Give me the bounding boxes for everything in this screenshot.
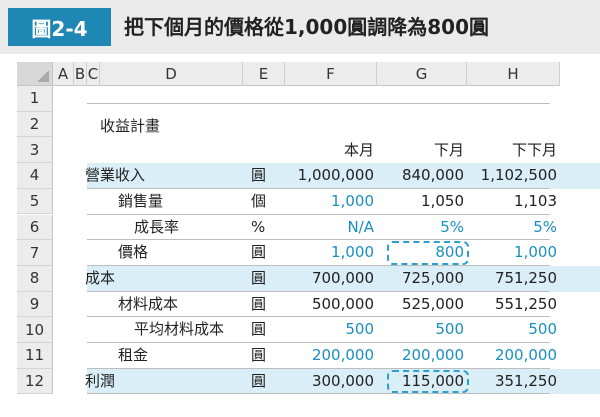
row-header-5[interactable]: 5 <box>17 188 53 215</box>
table-top-border <box>87 102 550 104</box>
unit-cell[interactable]: 圓 <box>251 292 266 317</box>
row-header-12[interactable]: 12 <box>17 368 53 395</box>
value-cell[interactable]: 1,000,000 <box>285 163 374 188</box>
period-header-3: 下下月 <box>511 141 557 160</box>
row-header-6[interactable]: 6 <box>17 214 53 241</box>
spreadsheet: A B C D E F G H 1 2 3 4 5 6 7 8 9 10 11 12 收益計畫 本月 下月 下下月 營業收入圓 1… <box>17 62 600 417</box>
figure-caption: 圖2-4 把下個月的價格從1,000圓調降為800圓 <box>0 0 600 54</box>
row-label[interactable]: 成本 <box>85 266 115 291</box>
column-header-g[interactable]: G <box>377 62 467 86</box>
unit-cell[interactable]: 個 <box>251 189 266 214</box>
unit-cell[interactable]: % <box>251 215 265 240</box>
figure-badge: 圖2-4 <box>8 8 111 46</box>
row-header-4[interactable]: 4 <box>17 163 53 189</box>
value-cell[interactable]: 725,000 <box>377 266 464 291</box>
column-header-e[interactable]: E <box>243 62 285 86</box>
row-label[interactable]: 銷售量 <box>118 189 163 214</box>
row-header-11[interactable]: 11 <box>17 343 53 369</box>
value-cell[interactable]: 500 <box>467 317 557 342</box>
unit-cell[interactable]: 圓 <box>251 343 266 368</box>
row-header-2[interactable]: 2 <box>17 111 53 138</box>
unit-cell[interactable]: 圓 <box>251 266 266 291</box>
value-cell[interactable]: 500,000 <box>285 292 374 317</box>
column-header-f[interactable]: F <box>285 62 377 86</box>
unit-cell[interactable]: 圓 <box>251 369 266 394</box>
value-cell[interactable]: 500 <box>285 317 374 342</box>
value-cell[interactable]: 525,000 <box>377 292 464 317</box>
unit-cell[interactable]: 圓 <box>251 317 266 342</box>
value-cell[interactable]: 300,000 <box>285 369 374 394</box>
value-cell[interactable]: 200,000 <box>377 343 464 368</box>
value-cell[interactable]: 5% <box>377 215 464 240</box>
row-header-8[interactable]: 8 <box>17 265 53 292</box>
value-cell[interactable]: 351,250 <box>467 369 557 394</box>
period-header-1: 本月 <box>343 141 374 160</box>
unit-cell[interactable]: 圓 <box>251 240 266 265</box>
figure-title: 把下個月的價格從1,000圓調降為800圓 <box>124 15 490 39</box>
row-label[interactable]: 利潤 <box>85 369 115 394</box>
select-all-triangle-icon <box>37 70 49 82</box>
value-cell[interactable]: 1,000 <box>467 240 557 265</box>
value-cell[interactable]: 700,000 <box>285 266 374 291</box>
column-header-c[interactable]: C <box>87 62 100 86</box>
value-cell[interactable]: 1,000 <box>285 240 374 265</box>
column-header-b[interactable]: B <box>74 62 87 86</box>
period-header-2: 下月 <box>433 141 464 160</box>
value-cell[interactable]: 200,000 <box>285 343 374 368</box>
row-header-1[interactable]: 1 <box>17 86 53 112</box>
value-cell[interactable]: 500 <box>377 317 464 342</box>
value-cell[interactable]: N/A <box>285 215 374 240</box>
value-cell[interactable]: 200,000 <box>467 343 557 368</box>
unit-cell[interactable]: 圓 <box>251 163 266 188</box>
row-label[interactable]: 平均材料成本 <box>134 317 224 342</box>
row-label[interactable]: 營業收入 <box>85 163 145 188</box>
value-cell[interactable]: 551,250 <box>467 292 557 317</box>
select-all-button[interactable] <box>17 62 53 86</box>
row-label[interactable]: 租金 <box>118 343 148 368</box>
profit-change-marker <box>387 369 469 394</box>
column-header-a[interactable]: A <box>53 62 74 86</box>
column-header-d[interactable]: D <box>100 62 243 86</box>
row-label[interactable]: 成長率 <box>134 215 179 240</box>
value-cell[interactable]: 751,250 <box>467 266 557 291</box>
row-header-3[interactable]: 3 <box>17 137 53 164</box>
column-header-h[interactable]: H <box>467 62 560 86</box>
row-label[interactable]: 價格 <box>118 240 148 265</box>
row-label[interactable]: 材料成本 <box>118 292 178 317</box>
value-cell[interactable]: 840,000 <box>377 163 464 188</box>
row-header-10[interactable]: 10 <box>17 317 53 343</box>
row-header-7[interactable]: 7 <box>17 240 53 266</box>
value-cell[interactable]: 1,050 <box>377 189 464 214</box>
price-change-marker <box>387 241 469 265</box>
value-cell[interactable]: 1,000 <box>285 189 374 214</box>
plan-title: 收益計畫 <box>100 116 161 135</box>
value-cell[interactable]: 5% <box>467 215 557 240</box>
value-cell[interactable]: 1,102,500 <box>467 163 557 188</box>
row-header-9[interactable]: 9 <box>17 291 53 318</box>
value-cell[interactable]: 1,103 <box>467 189 557 214</box>
